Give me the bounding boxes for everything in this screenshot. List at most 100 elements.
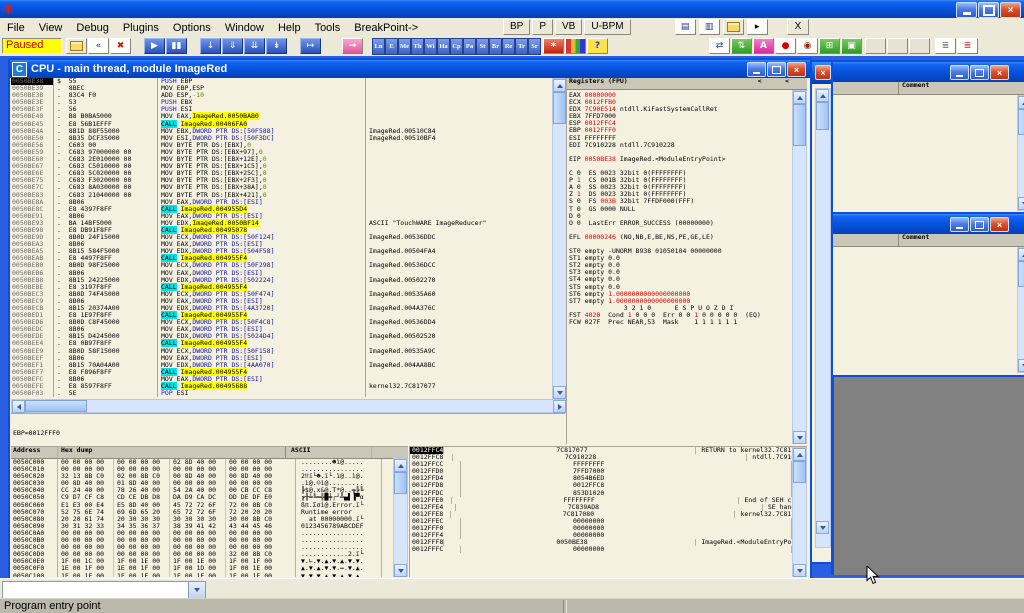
menu-tools[interactable]: Tools xyxy=(308,20,348,34)
background-scrollbar[interactable] xyxy=(815,88,831,548)
pages-icon[interactable]: ▥ xyxy=(699,19,720,35)
side2-scrollbar[interactable] xyxy=(1017,247,1024,373)
cpu-minimize-button[interactable] xyxy=(747,62,766,77)
menu-button-p[interactable]: P xyxy=(532,19,553,35)
help-icon[interactable]: ? xyxy=(587,38,608,54)
disasm-row[interactable]: 0050BEB0. 8B0D 98F25000MOV ECX,DWORD PTR… xyxy=(11,262,552,269)
stack-row[interactable]: 0012FFF80050BE38ImageRed.<ModuleEntryPoi… xyxy=(410,539,807,546)
disassembly-pane[interactable]: 0050BE38$ 55PUSH EBP0050BE39. 8BECMOV EB… xyxy=(11,78,552,398)
side1-scrollbar[interactable] xyxy=(1017,95,1024,211)
menu-options[interactable]: Options xyxy=(166,20,218,34)
cpu-maximize-button[interactable] xyxy=(767,62,786,77)
disasm-row[interactable]: 0050BE3E. 53PUSH EBX xyxy=(11,99,552,106)
stack-row[interactable]: 0012FFD48054B6ED xyxy=(410,475,807,482)
list-icon[interactable]: ≣ xyxy=(935,38,956,54)
side2-minimize-button[interactable] xyxy=(950,217,969,232)
plugin-window-icon[interactable]: ▣ xyxy=(841,38,862,54)
options-gear-icon[interactable]: * xyxy=(543,38,564,54)
stack-pane[interactable]: 0012FFC47C817077RETURN to kernel32.7C817… xyxy=(409,446,807,577)
pause-icon[interactable]: ▮▮ xyxy=(166,38,187,54)
menu-debug[interactable]: Debug xyxy=(69,20,115,34)
side2-column-blank[interactable] xyxy=(833,234,899,246)
registers-pane[interactable]: Registers (FPU) < < EAX 00000000ECX 0012… xyxy=(566,78,807,444)
cpu-titlebar[interactable]: C CPU - main thread, module ImageRed × xyxy=(10,60,810,78)
side1-column-blank[interactable] xyxy=(833,82,899,94)
register-line[interactable]: FCW 027F Prec NEAR,53 Mask 1 1 1 1 1 1 xyxy=(567,319,807,326)
stack-row[interactable]: 0012FFC87C910228ntdll.7C910228 xyxy=(410,454,807,461)
plugin-close-button[interactable]: X xyxy=(787,19,810,35)
animate-into-icon[interactable]: ⇊ xyxy=(244,38,265,54)
panel-button-st[interactable]: St xyxy=(476,38,489,55)
disasm-row[interactable]: 0050BEF7. E8 F896F8FFCALL ImageRed.00495… xyxy=(11,369,552,376)
close-program-icon[interactable]: ✖ xyxy=(110,38,131,54)
side2-maximize-button[interactable] xyxy=(970,217,989,232)
menu-help[interactable]: Help xyxy=(271,20,308,34)
panel-button-tr[interactable]: Tr xyxy=(515,38,528,55)
panel-button-pa[interactable]: Pa xyxy=(463,38,476,55)
stack-row[interactable]: 0012FFE87C817080kernel32.7C817080 xyxy=(410,511,807,518)
gray-window[interactable] xyxy=(831,375,1024,575)
swap-icon[interactable]: ⇄ xyxy=(709,38,730,54)
dump-row[interactable]: 0050C1001F 00 1F 001F 00 1E 001F 00 1E 0… xyxy=(11,573,408,578)
disasm-row[interactable]: 0050BED6. 8B0D C8F45000MOV ECX,DWORD PTR… xyxy=(11,319,552,326)
run-icon[interactable]: ▶ xyxy=(144,38,165,54)
stack-scrollbar[interactable] xyxy=(792,447,807,577)
disasm-row[interactable]: 0050BE38$ 55PUSH EBP xyxy=(11,78,552,85)
blank-button[interactable] xyxy=(865,38,886,54)
step-over-icon[interactable]: ⇓ xyxy=(222,38,243,54)
dump-header-hex[interactable]: Hex dump xyxy=(58,447,286,458)
stack-row[interactable]: 0012FFD07FFD7000 xyxy=(410,468,807,475)
stack-row[interactable]: 0012FFE0FFFFFFFFEnd of SEH chain xyxy=(410,497,807,504)
dump-pane[interactable]: Address Hex dump ASCII 0050C00000 00 00 … xyxy=(11,446,408,577)
side-window-1[interactable]: × Comment xyxy=(831,60,1024,215)
info-pane[interactable]: EBP=0012FFF0 xyxy=(11,413,565,445)
menu-plugins[interactable]: Plugins xyxy=(116,20,166,34)
side1-column-comment[interactable]: Comment xyxy=(899,82,929,94)
menu-button-bp[interactable]: BP xyxy=(503,19,530,35)
notes-icon[interactable]: ▤ xyxy=(675,19,696,35)
dump-scrollbar[interactable] xyxy=(393,458,408,577)
step-into-icon[interactable]: ↓ xyxy=(200,38,221,54)
panel-button-wi[interactable]: Wi xyxy=(424,38,437,55)
side-window-1-titlebar[interactable]: × xyxy=(833,62,1024,82)
command-combobox[interactable] xyxy=(2,581,206,599)
stack-row[interactable]: 0012FFF000000000 xyxy=(410,525,807,532)
menu-view[interactable]: View xyxy=(32,20,70,34)
stack-row[interactable]: 0012FFCCFFFFFFFF xyxy=(410,461,807,468)
panel-button-sr[interactable]: Sr xyxy=(528,38,541,55)
disasm-row[interactable]: 0050BE83. C683 21040000 00MOV BYTE PTR D… xyxy=(11,192,552,199)
appearance-icon[interactable] xyxy=(565,38,586,54)
disasm-row[interactable]: 0050BE9D. 8B0D 24F15000MOV ECX,DWORD PTR… xyxy=(11,234,552,241)
disasm-row[interactable]: 0050BF03. 5EPOP ESI xyxy=(11,390,552,397)
panel-button-br[interactable]: Br xyxy=(489,38,502,55)
disasm-hscrollbar[interactable] xyxy=(11,399,567,413)
plugin-grid-icon[interactable]: ⊞ xyxy=(819,38,840,54)
background-close-button[interactable]: × xyxy=(815,65,831,80)
restore-button[interactable] xyxy=(978,2,999,18)
panel-button-me[interactable]: Me xyxy=(398,38,411,55)
plugin-spiral-icon[interactable]: ◉ xyxy=(797,38,818,54)
combobox-dropdown-icon[interactable] xyxy=(188,582,205,598)
panel-button-re[interactable]: Re xyxy=(502,38,515,55)
panel-button-th[interactable]: Th xyxy=(411,38,424,55)
folder-icon[interactable] xyxy=(723,19,744,35)
restart-icon[interactable]: « xyxy=(88,38,109,54)
panel-button-cp[interactable]: Cp xyxy=(450,38,463,55)
close-button[interactable]: × xyxy=(1000,2,1021,18)
dump-header-address[interactable]: Address xyxy=(11,447,58,458)
side1-maximize-button[interactable] xyxy=(970,65,989,80)
registers-header-arrows[interactable]: < < xyxy=(758,78,807,89)
register-line[interactable]: O 0 LastErr ERROR_SUCCESS (00000000) xyxy=(567,220,807,227)
list-red-icon[interactable]: ≣ xyxy=(957,38,978,54)
register-line[interactable]: EFL 00000246 (NO,NB,E,BE,NS,PE,GE,LE) xyxy=(567,234,807,241)
disasm-row[interactable]: 0050BE8C. E8 4397F8FFCALL ImageRed.00495… xyxy=(11,206,552,213)
stack-row[interactable]: 0012FFD80012FFC8 xyxy=(410,482,807,489)
blank-button[interactable] xyxy=(887,38,908,54)
command-input[interactable] xyxy=(3,582,188,598)
goto-icon[interactable]: → xyxy=(342,38,363,54)
menu-file[interactable]: File xyxy=(0,20,32,34)
side2-column-comment[interactable]: Comment xyxy=(899,234,929,246)
cpu-close-button[interactable]: × xyxy=(787,62,806,77)
console-icon[interactable]: ▸ xyxy=(747,19,768,35)
plugin-record-icon[interactable]: ● xyxy=(775,38,796,54)
